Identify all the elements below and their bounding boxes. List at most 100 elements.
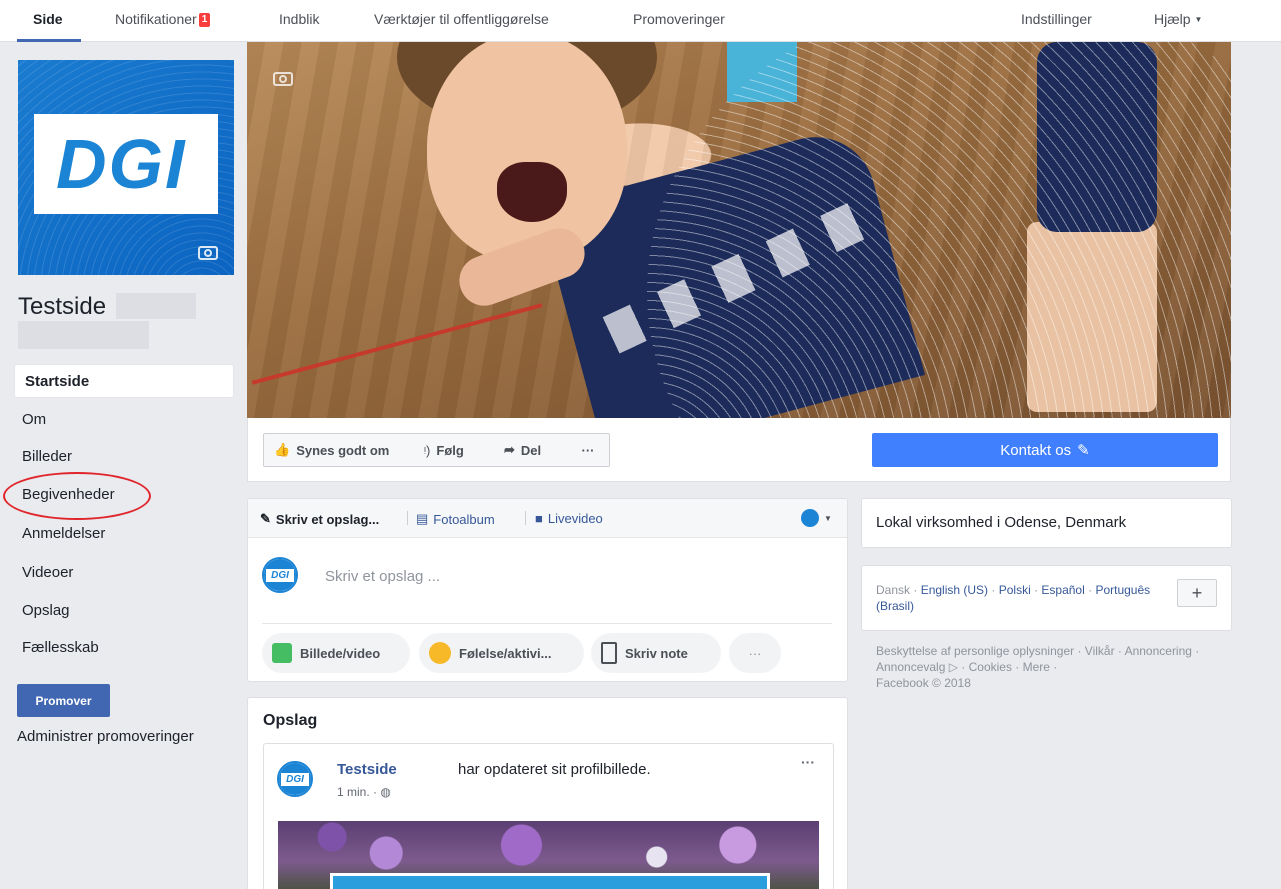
tab-live-video[interactable]: ■ Livevideo	[535, 511, 603, 526]
tab-photo-album[interactable]: ▤ Fotoalbum	[416, 511, 495, 527]
highlight-circle	[3, 472, 151, 520]
post-composer: ✎ Skriv et opslag... ▤ Fotoalbum ■ Livevide…	[247, 498, 848, 682]
nav-tab-notifications-label: Notifikationer	[115, 11, 197, 27]
note-icon	[601, 642, 617, 664]
page-avatar-mini-icon	[801, 509, 819, 527]
business-info-card: Lokal virksomhed i Odense, Denmark	[861, 498, 1232, 548]
post-image-frame	[330, 873, 770, 889]
post-card: DGI Testside har opdateret sit profilbil…	[263, 743, 834, 889]
post-timestamp-label: 1 min. ·	[337, 785, 381, 799]
active-tab-indicator	[17, 39, 81, 42]
cover-face	[427, 42, 627, 262]
cover-swirl-lines	[647, 42, 1231, 418]
tab-separator	[407, 511, 408, 525]
sidebar-item-label: Startside	[25, 373, 90, 390]
tab-live-video-label: Livevideo	[547, 511, 603, 526]
profile-picture[interactable]: DGI	[18, 60, 234, 275]
photo-video-label: Billede/video	[300, 645, 381, 661]
cover-mouth	[497, 162, 567, 222]
footer-link-list[interactable]: Beskyttelse af personlige oplysninger · …	[876, 644, 1199, 674]
like-button-label: Synes godt om	[296, 442, 390, 458]
language-link-spanish[interactable]: Español	[1041, 583, 1084, 597]
feeling-activity-button[interactable]: Følelse/aktivi...	[419, 633, 584, 673]
tab-photo-album-label: Fotoalbum	[433, 511, 495, 527]
sidebar-item-startside[interactable]: Startside	[14, 364, 234, 398]
dgi-logo: DGI	[34, 114, 218, 214]
posts-section: Opslag DGI Testside har opdateret sit pr…	[247, 697, 848, 889]
chevron-down-icon: ▼	[1194, 15, 1203, 24]
promote-button[interactable]: Promover	[17, 684, 110, 717]
tab-write-post[interactable]: ✎ Skriv et opslag...	[260, 511, 379, 527]
post-author-link[interactable]: Testside	[337, 761, 397, 778]
share-button-label: Del	[520, 442, 542, 458]
photo-video-button[interactable]: Billede/video	[262, 633, 410, 673]
composer-tabs: ✎ Skriv et opslag... ▤ Fotoalbum ■ Livevide…	[248, 499, 847, 538]
contact-us-label: Kontakt os	[1000, 441, 1072, 459]
post-action-text: har opdateret sit profilbillede.	[458, 761, 651, 778]
post-timestamp[interactable]: 1 min. · ◍	[337, 785, 391, 799]
language-list: Dansk · English (US) · Polski · Español …	[876, 583, 1151, 613]
tab-write-post-label: Skriv et opslag...	[275, 511, 380, 527]
follow-button-label: Følg	[436, 442, 464, 458]
post-author-avatar-text: DGI	[281, 773, 309, 786]
composer-input[interactable]: Skriv et opslag ...	[325, 568, 440, 585]
smiley-icon	[429, 642, 451, 664]
tab-separator	[525, 511, 526, 525]
page-action-bar: 👍 Synes godt om ᵎ) Følg ➦ Del ··· Kontakt o…	[247, 418, 1231, 482]
page-title: Testside	[18, 293, 107, 320]
composer-more-button[interactable]: ···	[729, 633, 781, 673]
sidebar-item-faellesskab[interactable]: Fællesskab	[22, 639, 99, 656]
follow-button[interactable]: ᵎ) Følg	[414, 433, 495, 467]
language-link-english[interactable]: English (US)	[921, 583, 988, 597]
photo-icon	[272, 643, 292, 663]
manage-promotions-link[interactable]: Administrer promoveringer	[17, 728, 194, 745]
page-top-nav: Side Notifikationer 1 Indblik Værktøjer t…	[0, 0, 1281, 42]
share-arrow-icon: ➦	[504, 442, 515, 457]
globe-icon: ◍	[380, 785, 391, 799]
page-avatar[interactable]: DGI	[262, 557, 298, 593]
nav-help[interactable]: Hjælp ▼	[1154, 11, 1202, 27]
nav-tab-notifications[interactable]: Notifikationer 1	[115, 11, 211, 27]
page-avatar-text: DGI	[266, 569, 294, 582]
nav-settings[interactable]: Indstillinger	[1021, 11, 1092, 27]
nav-tab-publishing-tools[interactable]: Værktøjer til offentliggørelse	[374, 11, 549, 27]
add-language-button[interactable]: +	[1177, 579, 1217, 607]
post-image[interactable]	[278, 821, 819, 889]
thumbs-up-icon: 👍	[274, 442, 291, 457]
contact-us-button[interactable]: Kontakt os ✎	[872, 433, 1218, 467]
nav-tab-promotions[interactable]: Promoveringer	[633, 11, 725, 27]
footer-links: Beskyttelse af personlige oplysninger · …	[876, 643, 1206, 691]
nav-tab-insights[interactable]: Indblik	[279, 11, 319, 27]
audience-selector[interactable]: ▼	[801, 509, 832, 527]
language-card: Dansk · English (US) · Polski · Español …	[861, 565, 1232, 631]
sidebar-item-billeder[interactable]: Billeder	[22, 448, 72, 465]
chevron-down-icon: ▼	[824, 513, 832, 523]
pencil-icon: ✎	[1077, 442, 1090, 459]
sidebar-item-om[interactable]: Om	[22, 411, 46, 428]
pencil-icon: ✎	[260, 511, 271, 526]
write-note-button[interactable]: Skriv note	[591, 633, 721, 673]
sidebar-item-videoer[interactable]: Videoer	[22, 564, 73, 581]
notification-badge: 1	[198, 13, 211, 27]
sidebar-item-opslag[interactable]: Opslag	[22, 602, 70, 619]
write-note-label: Skriv note	[625, 645, 688, 661]
album-icon: ▤	[416, 511, 429, 526]
sidebar-item-anmeldelser[interactable]: Anmeldelser	[22, 525, 105, 542]
posts-section-title: Opslag	[263, 712, 318, 729]
rss-icon: ᵎ)	[424, 442, 431, 458]
like-button[interactable]: 👍 Synes godt om	[263, 433, 415, 467]
share-button[interactable]: ➦ Del	[494, 433, 568, 467]
divider	[262, 623, 832, 624]
feeling-activity-label: Følelse/aktivi...	[459, 645, 552, 661]
camera-icon[interactable]	[273, 72, 293, 86]
cover-photo[interactable]	[247, 42, 1231, 418]
post-options-button[interactable]: ···	[801, 754, 815, 770]
redacted-block	[18, 321, 149, 349]
more-options-button[interactable]: ···	[567, 433, 610, 467]
post-author-avatar[interactable]: DGI	[277, 761, 313, 797]
camera-icon[interactable]	[198, 246, 218, 260]
current-language: Dansk	[876, 583, 911, 597]
nav-tab-side[interactable]: Side	[33, 11, 63, 27]
language-link-polish[interactable]: Polski	[999, 583, 1031, 597]
nav-help-label: Hjælp	[1154, 11, 1191, 27]
